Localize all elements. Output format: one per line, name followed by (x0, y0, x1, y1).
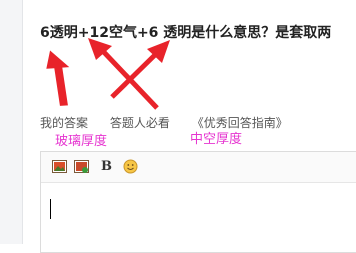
answer-editor: B (40, 151, 356, 253)
answer-tabs: 我的答案 答题人必看 《优秀回答指南》 (40, 114, 288, 131)
tab-answerer-must-read[interactable]: 答题人必看 (110, 116, 170, 130)
picture-upload-icon[interactable] (74, 160, 89, 173)
editor-toolbar: B (41, 152, 356, 183)
arrow-glass-left (46, 50, 70, 106)
answer-text-area[interactable] (41, 183, 356, 252)
emoji-icon[interactable] (123, 159, 138, 174)
tab-my-answer[interactable]: 我的答案 (40, 116, 88, 130)
annotation-glass-thickness: 玻璃厚度 (55, 134, 108, 149)
text-caret (50, 199, 51, 219)
annotation-hollow-thickness: 中空厚度 (190, 132, 243, 147)
bold-icon[interactable]: B (101, 159, 112, 174)
image-icon[interactable] (52, 160, 67, 173)
arrow-hollow-up-left (88, 38, 159, 110)
